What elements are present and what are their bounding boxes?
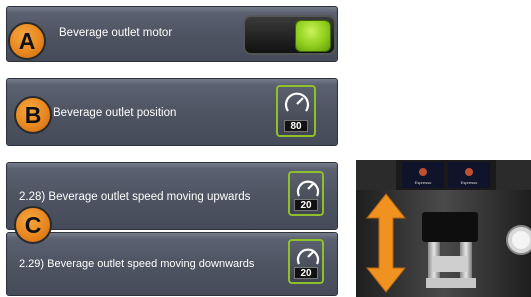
badge-c: C	[14, 206, 52, 244]
position-gauge[interactable]: 80	[276, 85, 316, 137]
speed-down-gauge[interactable]: 20	[288, 239, 324, 284]
toggle-knob[interactable]	[295, 20, 331, 52]
speed-up-gauge[interactable]: 20	[288, 171, 324, 216]
speed-up-label: 2.28) Beverage outlet speed moving upwar…	[19, 191, 251, 203]
coffee-machine-image: Espresso Espresso	[356, 160, 531, 297]
speed-up-value: 20	[294, 199, 318, 211]
screen-label-left: Espresso	[415, 180, 432, 185]
screen-label-right: Espresso	[461, 180, 478, 185]
gauge-icon	[296, 248, 320, 265]
position-label: Beverage outlet position	[53, 107, 177, 119]
speed-up-row: 2.28) Beverage outlet speed moving upwar…	[6, 162, 338, 230]
badge-b: B	[14, 96, 52, 134]
motor-row: Beverage outlet motor	[6, 6, 338, 62]
position-row: Beverage outlet position 80	[6, 78, 338, 146]
speed-down-value: 20	[294, 267, 318, 279]
badge-a: A	[8, 22, 46, 60]
gauge-icon	[296, 180, 320, 197]
motor-label: Beverage outlet motor	[59, 27, 173, 39]
gauge-icon	[284, 92, 310, 112]
motor-toggle[interactable]	[243, 15, 336, 55]
position-value: 80	[284, 120, 308, 132]
speed-down-row: 2.29) Beverage outlet speed moving downw…	[6, 232, 338, 296]
speed-down-label: 2.29) Beverage outlet speed moving downw…	[19, 258, 255, 270]
